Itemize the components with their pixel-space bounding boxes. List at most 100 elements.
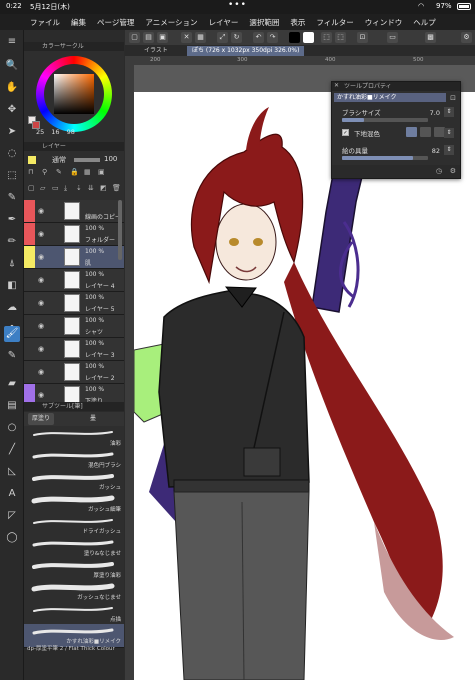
frame-icon[interactable]: ╱ bbox=[4, 442, 20, 458]
brush-size-value[interactable]: 7.0 bbox=[430, 109, 440, 117]
crop-icon[interactable]: ⊡ bbox=[357, 32, 368, 43]
transfer-down-icon[interactable]: ⤓ bbox=[64, 184, 67, 193]
brush-item[interactable]: 厚塗り油彩 bbox=[24, 558, 124, 582]
redo-icon[interactable]: ↷ bbox=[267, 32, 278, 43]
menu-file[interactable]: ファイル bbox=[30, 17, 60, 28]
rotate-icon[interactable]: ↻ bbox=[231, 32, 242, 43]
zoom-icon[interactable]: 🔍 bbox=[4, 58, 20, 74]
deselect-icon[interactable]: ⬚ bbox=[335, 32, 346, 43]
delete-layer-icon[interactable]: 🗑 bbox=[112, 184, 121, 192]
opacity-slider[interactable] bbox=[74, 158, 100, 162]
layer-item[interactable]: ◉ 100 % シャツ bbox=[24, 315, 124, 338]
brush-icon[interactable]: 🖌 bbox=[4, 326, 20, 342]
menu-filter[interactable]: フィルター bbox=[316, 17, 353, 28]
eyedropper-icon[interactable]: ✎ bbox=[4, 190, 20, 206]
eye-icon[interactable]: ◉ bbox=[36, 344, 46, 354]
layer-item[interactable]: ◉ 100 % レイヤー 4 bbox=[24, 269, 124, 292]
wrench-icon[interactable]: ⚙ bbox=[450, 167, 456, 175]
saturation-value-square[interactable] bbox=[54, 74, 94, 114]
brush-item[interactable]: 塗り&なじませ bbox=[24, 536, 124, 560]
eye-icon[interactable]: ◉ bbox=[36, 206, 46, 216]
eye-icon[interactable]: ◉ bbox=[36, 229, 46, 239]
ruler-icon[interactable]: ▭ bbox=[387, 32, 398, 43]
menu-view[interactable]: 表示 bbox=[290, 17, 305, 28]
tab-ink[interactable]: 墨 bbox=[86, 413, 100, 425]
blend-icon[interactable]: ☁ bbox=[4, 300, 20, 316]
eye-icon[interactable]: ◉ bbox=[36, 298, 46, 308]
lock-alpha-icon[interactable]: ▦ bbox=[84, 168, 91, 176]
layer-item[interactable]: ◉ 100 % フォルダー bbox=[24, 223, 124, 246]
eraser-icon[interactable]: ◧ bbox=[4, 278, 20, 294]
hue-wheel[interactable] bbox=[36, 56, 112, 132]
eye-icon[interactable]: ◉ bbox=[36, 252, 46, 262]
blend-mode-icon[interactable] bbox=[406, 127, 417, 137]
selection-icon[interactable]: ⬚ bbox=[4, 168, 20, 184]
reset-icon[interactable]: ◷ bbox=[436, 167, 442, 175]
panel-toggle-icon[interactable]: ≡ bbox=[4, 34, 20, 50]
layer-item[interactable]: ◉ 100 % 肌 bbox=[24, 246, 124, 269]
eye-icon[interactable]: ◉ bbox=[36, 275, 46, 285]
close-icon[interactable]: ✕ bbox=[334, 82, 339, 89]
menu-page[interactable]: ページ管理 bbox=[97, 17, 134, 28]
underlay-checkbox[interactable]: ✓ bbox=[342, 129, 349, 136]
tab-pochi[interactable]: ぽち (726 x 1032px 350dpi 326.0%) bbox=[187, 46, 305, 56]
new-raster-icon[interactable]: ▢ bbox=[28, 184, 35, 192]
blend-mode-select[interactable]: 通常 bbox=[52, 155, 66, 165]
lock-icon[interactable]: ⊡ bbox=[450, 94, 456, 102]
menu-animation[interactable]: アニメーション bbox=[145, 17, 197, 28]
airbrush-icon[interactable]: ⍋ bbox=[4, 256, 20, 272]
black-swatch-icon[interactable] bbox=[289, 32, 300, 43]
merge-icon[interactable]: ⇣ bbox=[76, 184, 82, 192]
text-tool-icon[interactable]: ✎ bbox=[4, 348, 20, 364]
brush-size-slider[interactable] bbox=[342, 118, 428, 122]
eye-icon[interactable]: ◉ bbox=[36, 367, 46, 377]
brush-item[interactable]: ガッシュ細筆 bbox=[24, 492, 124, 516]
open-icon[interactable]: ▤ bbox=[143, 32, 154, 43]
menu-help[interactable]: ヘルプ bbox=[413, 17, 436, 28]
white-swatch-icon[interactable] bbox=[303, 32, 314, 43]
move-icon[interactable]: ✥ bbox=[4, 102, 20, 118]
menu-window[interactable]: ウィンドウ bbox=[365, 17, 403, 28]
layer-item[interactable]: ◉ 100 % レイヤー 2 bbox=[24, 361, 124, 384]
speech-icon[interactable]: ◯ bbox=[4, 530, 20, 546]
layer-item[interactable]: ◉ 100 % レイヤー 5 bbox=[24, 292, 124, 315]
text-icon[interactable]: A bbox=[4, 486, 20, 502]
save-icon[interactable]: ▣ bbox=[157, 32, 168, 43]
brush-item[interactable]: ドライガッシュ bbox=[24, 514, 124, 538]
paint-amount-slider[interactable] bbox=[342, 156, 428, 160]
new-folder-icon[interactable]: ▭ bbox=[52, 184, 59, 192]
grid-icon[interactable]: ▩ bbox=[425, 32, 436, 43]
transform-icon[interactable]: ⤢ bbox=[217, 32, 228, 43]
eye-icon[interactable]: ◉ bbox=[36, 321, 46, 331]
paint-amount-value[interactable]: 82 bbox=[432, 147, 440, 155]
lasso-icon[interactable]: ◌ bbox=[4, 146, 20, 162]
mask-icon[interactable]: ▣ bbox=[98, 168, 105, 176]
more-dots-icon[interactable]: ••• bbox=[228, 0, 247, 10]
ruler-tool-icon[interactable]: ◺ bbox=[4, 464, 20, 480]
layer-scrollbar[interactable] bbox=[118, 200, 122, 260]
figure-icon[interactable]: ○ bbox=[4, 420, 20, 436]
brush-item[interactable]: ガッシュ bbox=[24, 470, 124, 494]
layer-item[interactable]: ◉ 100 % レイヤー 3 bbox=[24, 338, 124, 361]
opacity-value[interactable]: 100 bbox=[104, 155, 117, 163]
object-icon[interactable]: ➤ bbox=[4, 124, 20, 140]
layer-color-icon[interactable] bbox=[28, 156, 36, 164]
hand-icon[interactable]: ✋ bbox=[4, 80, 20, 96]
clipboard-icon[interactable]: ▦ bbox=[195, 32, 206, 43]
pen-icon[interactable]: ✒ bbox=[4, 212, 20, 228]
menu-selection[interactable]: 選択範囲 bbox=[249, 17, 279, 28]
lock-icon[interactable]: 🔒 bbox=[70, 168, 79, 176]
paint-amount-stepper[interactable]: ⇕ bbox=[444, 145, 454, 155]
select-all-icon[interactable]: ⬚ bbox=[321, 32, 332, 43]
clip-icon[interactable]: ⊓ bbox=[28, 168, 33, 176]
mask-add-icon[interactable]: ◩ bbox=[100, 184, 107, 192]
eye-icon[interactable]: ◉ bbox=[36, 390, 46, 400]
brush-item[interactable]: 点描 bbox=[24, 602, 124, 626]
tab-thick-paint[interactable]: 厚塗り bbox=[28, 413, 55, 425]
pattern-mode-icon[interactable] bbox=[420, 127, 431, 137]
new-vector-icon[interactable]: ▱ bbox=[40, 184, 45, 192]
brush-item[interactable]: 油彩 bbox=[24, 426, 124, 450]
brush-size-stepper[interactable]: ⇕ bbox=[444, 107, 454, 117]
menu-edit[interactable]: 編集 bbox=[71, 17, 86, 28]
draft-icon[interactable]: ✎ bbox=[56, 168, 62, 176]
